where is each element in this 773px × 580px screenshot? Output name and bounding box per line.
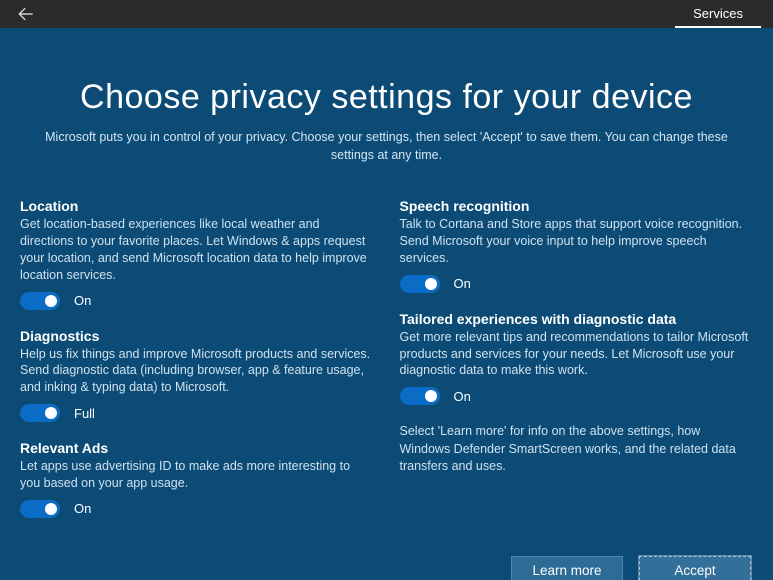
setting-ads-title: Relevant Ads	[20, 440, 374, 456]
location-toggle-label: On	[74, 293, 91, 308]
location-toggle[interactable]	[20, 292, 60, 310]
left-column: Location Get location-based experiences …	[20, 198, 374, 536]
accept-button[interactable]: Accept	[639, 556, 751, 580]
setting-diagnostics-desc: Help us fix things and improve Microsoft…	[20, 346, 374, 397]
speech-toggle-label: On	[454, 276, 471, 291]
setting-tailored-toggle-row: On	[400, 387, 754, 405]
setting-location-title: Location	[20, 198, 374, 214]
setting-location-desc: Get location-based experiences like loca…	[20, 216, 374, 284]
page-subtitle: Microsoft puts you in control of your pr…	[37, 129, 737, 164]
setting-ads-desc: Let apps use advertising ID to make ads …	[20, 458, 374, 492]
diagnostics-toggle-label: Full	[74, 406, 95, 421]
setting-diagnostics: Diagnostics Help us fix things and impro…	[20, 328, 374, 423]
setting-diagnostics-toggle-row: Full	[20, 404, 374, 422]
ads-toggle[interactable]	[20, 500, 60, 518]
setting-speech-toggle-row: On	[400, 275, 754, 293]
title-bar: Services	[0, 0, 773, 28]
tab-services[interactable]: Services	[675, 0, 761, 28]
setting-speech-desc: Talk to Cortana and Store apps that supp…	[400, 216, 754, 267]
setting-diagnostics-title: Diagnostics	[20, 328, 374, 344]
main-content: Choose privacy settings for your device …	[0, 28, 773, 546]
page-title: Choose privacy settings for your device	[20, 78, 753, 117]
speech-toggle[interactable]	[400, 275, 440, 293]
settings-columns: Location Get location-based experiences …	[20, 198, 753, 536]
right-column: Speech recognition Talk to Cortana and S…	[400, 198, 754, 536]
back-button[interactable]	[12, 0, 40, 28]
arrow-left-icon	[16, 4, 36, 24]
learn-more-info-text: Select 'Learn more' for info on the abov…	[400, 423, 754, 476]
setting-ads: Relevant Ads Let apps use advertising ID…	[20, 440, 374, 518]
setting-tailored: Tailored experiences with diagnostic dat…	[400, 311, 754, 406]
tailored-toggle[interactable]	[400, 387, 440, 405]
setting-location-toggle-row: On	[20, 292, 374, 310]
setting-tailored-title: Tailored experiences with diagnostic dat…	[400, 311, 754, 327]
diagnostics-toggle[interactable]	[20, 404, 60, 422]
ads-toggle-label: On	[74, 501, 91, 516]
footer-buttons: Learn more Accept	[0, 546, 773, 580]
setting-speech-title: Speech recognition	[400, 198, 754, 214]
tailored-toggle-label: On	[454, 389, 471, 404]
setting-speech: Speech recognition Talk to Cortana and S…	[400, 198, 754, 293]
header-tabs: Services	[675, 0, 761, 28]
setting-location: Location Get location-based experiences …	[20, 198, 374, 310]
setting-ads-toggle-row: On	[20, 500, 374, 518]
setting-tailored-desc: Get more relevant tips and recommendatio…	[400, 329, 754, 380]
learn-more-button[interactable]: Learn more	[511, 556, 623, 580]
